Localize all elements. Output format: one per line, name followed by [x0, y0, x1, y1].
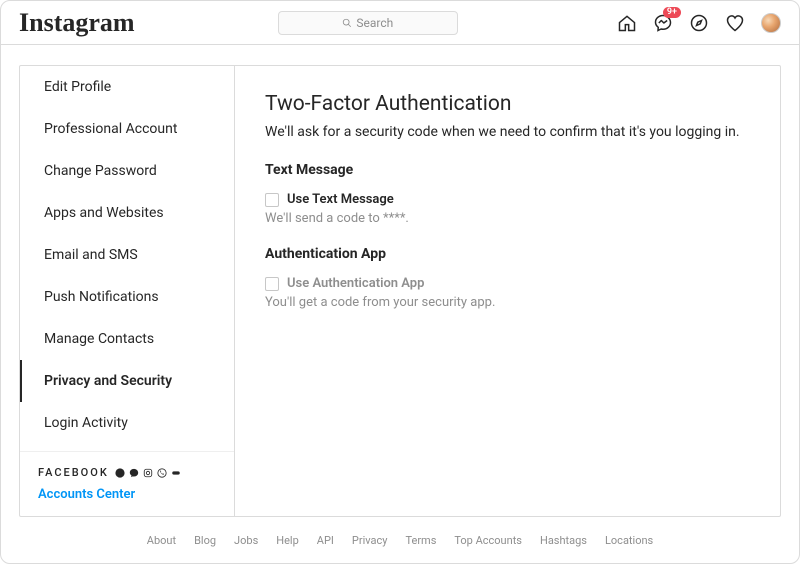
- sidebar-item-label: Edit Profile: [44, 79, 111, 95]
- page-subtitle: We'll ask for a security code when we ne…: [265, 124, 750, 140]
- footer-link-jobs[interactable]: Jobs: [234, 534, 258, 547]
- footer-links: About Blog Jobs Help API Privacy Terms T…: [19, 525, 781, 555]
- use-text-message-checkbox[interactable]: [265, 193, 279, 207]
- sidebar-item-apps-and-websites[interactable]: Apps and Websites: [20, 192, 234, 234]
- sidebar-item-label: Change Password: [44, 163, 157, 179]
- top-nav: Instagram Search 9+: [1, 1, 799, 45]
- sidebar-item-professional-account[interactable]: Professional Account: [20, 108, 234, 150]
- sidebar-item-change-password[interactable]: Change Password: [20, 150, 234, 192]
- search-placeholder: Search: [356, 16, 393, 30]
- messenger-icon[interactable]: 9+: [653, 13, 673, 33]
- search-icon: [342, 18, 352, 28]
- instagram-small-icon: [143, 468, 153, 478]
- facebook-brand-label: FACEBOOK: [38, 466, 109, 479]
- explore-icon[interactable]: [689, 13, 709, 33]
- search-input[interactable]: Search: [278, 11, 458, 35]
- sidebar-item-label: Privacy and Security: [44, 373, 172, 389]
- sidebar-item-email-and-sms[interactable]: Email and SMS: [20, 234, 234, 276]
- sidebar-item-privacy-and-security[interactable]: Privacy and Security: [20, 360, 234, 402]
- sidebar-item-login-activity[interactable]: Login Activity: [20, 402, 234, 444]
- home-icon[interactable]: [617, 13, 637, 33]
- authentication-app-description: You'll get a code from your security app…: [265, 295, 750, 310]
- text-message-description: We'll send a code to ****.: [265, 211, 750, 226]
- messenger-small-icon: [129, 468, 139, 478]
- footer-link-privacy[interactable]: Privacy: [352, 534, 388, 547]
- text-message-heading: Text Message: [265, 162, 750, 178]
- sidebar-item-label: Apps and Websites: [44, 205, 164, 221]
- sidebar-item-manage-contacts[interactable]: Manage Contacts: [20, 318, 234, 360]
- footer-link-blog[interactable]: Blog: [194, 534, 216, 547]
- sidebar-item-push-notifications[interactable]: Push Notifications: [20, 276, 234, 318]
- sidebar-item-edit-profile[interactable]: Edit Profile: [20, 66, 234, 108]
- footer-link-locations[interactable]: Locations: [605, 534, 653, 547]
- footer-link-hashtags[interactable]: Hashtags: [540, 534, 587, 547]
- footer-link-top-accounts[interactable]: Top Accounts: [454, 534, 522, 547]
- accounts-center-link[interactable]: Accounts Center: [38, 487, 216, 502]
- sidebar-item-label: Manage Contacts: [44, 331, 154, 347]
- settings-sidebar: Edit Profile Professional Account Change…: [20, 66, 235, 516]
- footer-link-about[interactable]: About: [147, 534, 176, 547]
- sidebar-item-label: Professional Account: [44, 121, 177, 137]
- settings-content: Two-Factor Authentication We'll ask for …: [235, 66, 780, 516]
- sidebar-footer: FACEBOOK Accounts Center: [20, 451, 234, 516]
- whatsapp-icon: [157, 468, 167, 478]
- activity-icon[interactable]: [725, 13, 745, 33]
- footer-link-help[interactable]: Help: [276, 534, 299, 547]
- sidebar-item-label: Email and SMS: [44, 247, 138, 263]
- page-title: Two-Factor Authentication: [265, 92, 750, 116]
- logo[interactable]: Instagram: [19, 8, 135, 38]
- use-authentication-app-checkbox[interactable]: [265, 277, 279, 291]
- oculus-icon: [171, 468, 181, 478]
- nav-icons: 9+: [617, 13, 781, 33]
- sidebar-item-label: Login Activity: [44, 415, 128, 431]
- use-authentication-app-label: Use Authentication App: [287, 276, 424, 291]
- sidebar-item-label: Push Notifications: [44, 289, 159, 305]
- use-text-message-label: Use Text Message: [287, 192, 394, 207]
- notification-badge: 9+: [663, 7, 681, 19]
- footer-link-terms[interactable]: Terms: [405, 534, 436, 547]
- facebook-icon: [115, 468, 125, 478]
- avatar[interactable]: [761, 13, 781, 33]
- footer-link-api[interactable]: API: [317, 534, 334, 547]
- authentication-app-heading: Authentication App: [265, 246, 750, 262]
